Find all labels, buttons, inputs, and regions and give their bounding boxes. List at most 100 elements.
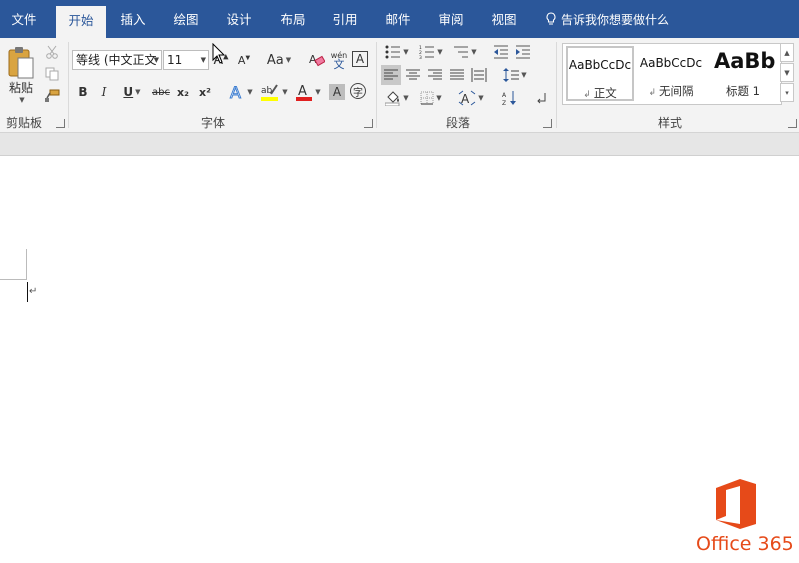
enclose-characters-label: 字	[353, 87, 363, 99]
lightbulb-icon	[546, 12, 556, 25]
bullets-icon	[385, 45, 401, 59]
underline-label: U	[123, 85, 134, 99]
numbering-button[interactable]: 1 2 3 ▼	[416, 42, 446, 62]
format-painter-icon	[45, 89, 60, 102]
align-right-button[interactable]	[425, 65, 445, 85]
copy-button[interactable]	[43, 65, 61, 83]
font-size-combo[interactable]: 11 ▼	[163, 50, 209, 70]
decrease-indent-button[interactable]	[491, 42, 511, 62]
paragraph-mark-icon	[537, 93, 546, 104]
clipboard-dialog-launcher[interactable]	[56, 119, 65, 128]
tell-me-search[interactable]: 告诉我你想要做什么	[545, 0, 669, 38]
paragraph-mark: ↵	[29, 286, 38, 297]
style-normal[interactable]: AaBbCcDc ↲ 正文	[566, 46, 634, 101]
cut-button[interactable]	[43, 43, 61, 61]
tab-design[interactable]: 设计	[214, 0, 264, 38]
font-color-icon: A	[296, 84, 313, 101]
multilevel-list-button[interactable]: ▼	[450, 42, 480, 62]
align-right-icon	[428, 69, 442, 80]
underline-button[interactable]: U ▼	[117, 82, 147, 102]
increase-indent-icon	[516, 45, 530, 59]
font-dialog-launcher[interactable]	[364, 119, 373, 128]
italic-label: I	[101, 85, 107, 99]
bold-label: B	[78, 85, 88, 99]
phonetic-guide-button[interactable]: wén 文	[329, 48, 349, 72]
mouse-cursor-icon	[212, 43, 226, 64]
line-spacing-icon	[503, 68, 520, 82]
line-spacing-button[interactable]: ▼	[500, 65, 530, 85]
eraser-icon: A	[309, 53, 325, 67]
style-name: 标题 1	[726, 84, 760, 98]
align-center-icon	[406, 69, 420, 80]
multilevel-list-icon	[454, 46, 469, 58]
font-name-combo[interactable]: 等线 (中文正文 ▼	[72, 50, 162, 70]
character-shading-button[interactable]: A	[329, 84, 345, 100]
group-separator	[68, 42, 69, 128]
document-page[interactable]	[0, 156, 799, 563]
styles-scroll-down[interactable]: ▼	[780, 63, 794, 82]
strikethrough-button[interactable]: abc	[150, 82, 172, 102]
group-separator	[376, 42, 377, 128]
styles-scroll-up[interactable]: ▲	[780, 43, 794, 62]
tab-file[interactable]: 文件	[0, 0, 48, 38]
paragraph-dialog-launcher[interactable]	[543, 119, 552, 128]
style-name: ↲ 正文	[583, 86, 617, 100]
style-name: ↲ 无间隔	[648, 84, 694, 98]
borders-button[interactable]: ▼	[416, 88, 446, 108]
tab-mailings[interactable]: 邮件	[373, 0, 423, 38]
text-effects-button[interactable]: A ▼	[227, 81, 255, 103]
tab-home[interactable]: 开始	[56, 6, 106, 38]
show-formatting-button[interactable]	[531, 88, 551, 108]
tab-layout[interactable]: 布局	[268, 0, 318, 38]
tab-references[interactable]: 引用	[320, 0, 370, 38]
styles-more[interactable]: ▾	[780, 83, 794, 102]
shrink-font-icon: A▼	[237, 53, 251, 67]
superscript-button[interactable]: x²	[196, 82, 214, 102]
font-name-value: 等线 (中文正文	[76, 53, 157, 67]
italic-button[interactable]: I	[95, 82, 113, 102]
align-left-button[interactable]	[381, 65, 401, 85]
style-sample: AaBbCcDc	[639, 56, 703, 70]
text-effects-icon: A	[230, 83, 242, 101]
styles-dialog-launcher[interactable]	[788, 119, 797, 128]
styles-scroll: ▲ ▼ ▾	[780, 43, 794, 103]
justify-button[interactable]	[447, 65, 467, 85]
strikethrough-label: abc	[152, 86, 170, 98]
change-case-button[interactable]: Aa ▼	[263, 50, 295, 70]
phonetic-bottom: 文	[333, 58, 345, 71]
align-left-icon	[384, 69, 398, 80]
decrease-indent-icon	[494, 45, 508, 59]
distributed-button[interactable]	[469, 65, 489, 85]
justify-icon	[450, 69, 464, 80]
align-center-button[interactable]	[403, 65, 423, 85]
subscript-button[interactable]: x₂	[174, 82, 192, 102]
bullets-button[interactable]: ▼	[382, 42, 412, 62]
paste-button[interactable]: 粘贴 ▼	[4, 43, 38, 107]
character-border-button[interactable]: A	[352, 51, 368, 67]
office-logo-icon	[716, 479, 756, 529]
tab-review[interactable]: 审阅	[426, 0, 476, 38]
style-heading-1[interactable]: AaBb 标题 1	[709, 46, 777, 101]
format-painter-button[interactable]	[43, 87, 61, 105]
chinese-layout-button[interactable]: A ▼	[455, 88, 487, 108]
text-highlight-button[interactable]: ab ▼	[258, 81, 290, 103]
highlighter-icon: ab	[261, 84, 279, 101]
copy-icon	[45, 67, 59, 81]
tab-view[interactable]: 视图	[479, 0, 529, 38]
enclose-characters-button[interactable]: 字	[350, 83, 366, 99]
clear-formatting-button[interactable]: A	[307, 50, 327, 70]
font-color-button[interactable]: A ▼	[292, 81, 324, 103]
character-shading-icon: A	[332, 85, 342, 99]
tab-draw[interactable]: 绘图	[161, 0, 211, 38]
shrink-font-button[interactable]: A▼	[234, 50, 254, 70]
superscript-label: x²	[199, 85, 211, 99]
increase-indent-button[interactable]	[513, 42, 533, 62]
font-size-value: 11	[167, 53, 183, 67]
svg-text:3: 3	[419, 55, 422, 59]
shading-button[interactable]: ▼	[382, 88, 412, 108]
style-no-spacing[interactable]: AaBbCcDc ↲ 无间隔	[637, 46, 705, 101]
sort-button[interactable]: AZ	[500, 88, 520, 108]
tab-insert[interactable]: 插入	[108, 0, 158, 38]
text-caret	[27, 282, 28, 302]
bold-button[interactable]: B	[74, 82, 92, 102]
